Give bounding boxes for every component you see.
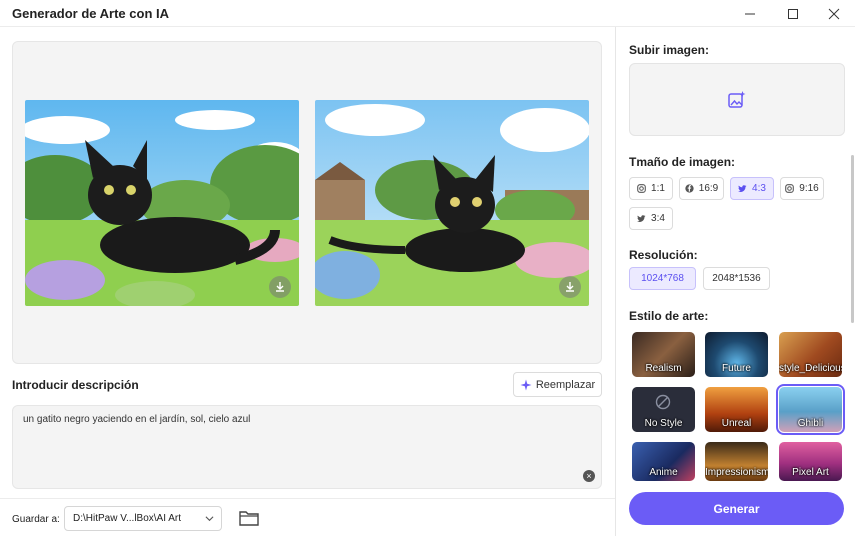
size-option-16-9[interactable]: 16:9 [679, 177, 724, 200]
resolution-option-1024[interactable]: 1024*768 [629, 267, 696, 290]
download-icon [566, 282, 574, 292]
size-option-label: 9:16 [799, 183, 819, 194]
size-option-label: 3:4 [651, 213, 665, 224]
folder-icon[interactable] [238, 508, 260, 528]
style-tile-label: Realism [645, 363, 682, 374]
size-option-3-4[interactable]: 3:4 [629, 207, 673, 230]
upload-label: Subir imagen: [629, 43, 710, 57]
resolution-label: Resolución: [629, 248, 698, 262]
style-tile-label: No Style [644, 418, 683, 429]
resolution-option-label: 2048*1536 [712, 273, 761, 284]
instagram-icon [785, 184, 795, 193]
style-tile-label: Impressionism [705, 467, 768, 478]
left-panel: Introducir descripción Reemplazar un gat… [0, 27, 615, 536]
description-textarea[interactable]: un gatito negro yaciendo en el jardín, s… [12, 405, 602, 489]
size-option-9-16[interactable]: 9:16 [780, 177, 824, 200]
chevron-down-icon [205, 516, 214, 522]
cat-illustration [315, 100, 589, 306]
style-tile-future[interactable]: Future [705, 332, 768, 377]
size-option-1-1[interactable]: 1:1 [629, 177, 673, 200]
style-tile-realism[interactable]: Realism [632, 332, 695, 377]
generated-image-2[interactable] [315, 100, 589, 306]
close-button[interactable] [814, 0, 854, 27]
size-option-label: 1:1 [651, 183, 665, 194]
style-tile-delicious[interactable]: style_Delicious [779, 332, 842, 377]
style-tile-label: Anime [649, 467, 678, 478]
style-tile-unreal[interactable]: Unreal [705, 387, 768, 432]
size-label: Tmaño de imagen: [629, 155, 736, 169]
minimize-button[interactable] [730, 0, 770, 27]
download-button[interactable] [559, 276, 581, 298]
style-tile-label: Ghibli [797, 418, 824, 429]
save-label: Guardar a: [12, 514, 60, 525]
style-tile-pixel-art[interactable]: Pixel Art [779, 442, 842, 481]
clear-text-button[interactable]: × [583, 470, 595, 482]
maximize-icon [788, 8, 798, 19]
no-style-icon [655, 394, 671, 410]
instagram-icon [637, 184, 646, 193]
replace-label: Reemplazar [535, 378, 596, 391]
close-icon [828, 8, 840, 19]
add-image-icon [728, 90, 746, 108]
style-tile-ghibli[interactable]: Ghibli [776, 384, 845, 435]
cat-illustration [25, 100, 299, 306]
generate-button[interactable]: Generar [629, 492, 844, 525]
window-title: Generador de Arte con IA [12, 6, 169, 21]
right-panel: Subir imagen: Tmaño de imagen: 1:1 16:9 … [616, 27, 855, 536]
save-bar: Guardar a: D:\HitPaw V...lBox\AI Art [0, 498, 615, 536]
size-option-4-3[interactable]: 4:3 [730, 177, 774, 200]
description-text: un gatito negro yaciendo en el jardín, s… [23, 414, 251, 425]
generated-image-1[interactable] [25, 100, 299, 306]
twitter-icon [738, 185, 747, 193]
style-tile-impressionism[interactable]: Impressionism [705, 442, 768, 481]
style-tile-no-style[interactable]: No Style [632, 387, 695, 432]
resolution-option-2048[interactable]: 2048*1536 [703, 267, 770, 290]
right-panel-scrollbar[interactable] [851, 155, 854, 323]
maximize-button[interactable] [773, 0, 813, 27]
resolution-option-label: 1024*768 [641, 273, 684, 284]
style-tile-label: Unreal [721, 418, 752, 429]
replace-button[interactable]: Reemplazar [513, 372, 602, 397]
style-tile-anime[interactable]: Anime [632, 442, 695, 481]
download-button[interactable] [269, 276, 291, 298]
twitter-icon [637, 215, 646, 223]
title-bar: Generador de Arte con IA [0, 0, 855, 27]
save-path-select[interactable]: D:\HitPaw V...lBox\AI Art [64, 506, 222, 531]
style-tile-label: Pixel Art [792, 467, 829, 478]
minimize-icon [745, 13, 755, 14]
sparkle-icon [520, 379, 532, 390]
size-option-label: 16:9 [698, 183, 719, 194]
style-tile-label: Future [722, 363, 751, 374]
art-style-label: Estilo de arte: [629, 309, 709, 323]
download-icon [276, 282, 284, 292]
image-preview-area [12, 41, 602, 364]
save-path-value: D:\HitPaw V...lBox\AI Art [73, 513, 182, 524]
size-option-label: 4:3 [752, 183, 766, 194]
facebook-icon [685, 184, 694, 193]
upload-dropzone[interactable] [629, 63, 845, 136]
description-label: Introducir descripción [12, 378, 139, 392]
style-tile-label: style_Delicious [779, 363, 842, 374]
